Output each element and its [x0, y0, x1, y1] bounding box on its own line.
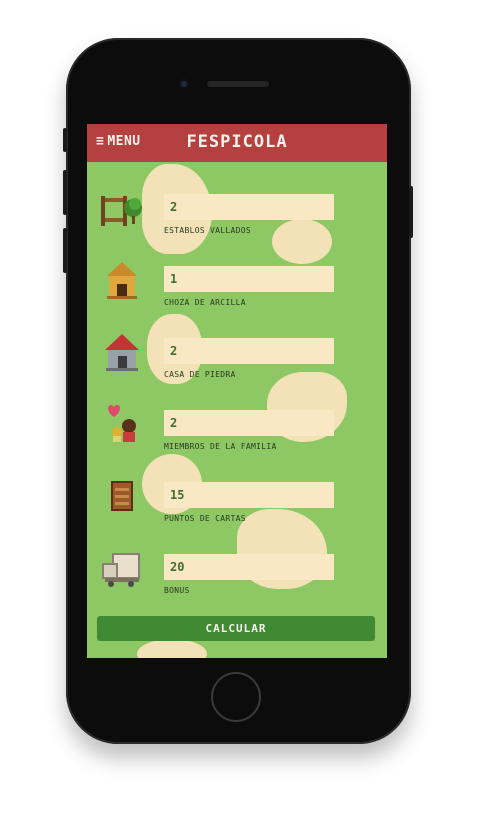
- mute-switch: [63, 128, 67, 152]
- establos-label: ESTABLOS VALLADOS: [164, 226, 251, 235]
- choza-label: CHOZA DE ARCILLA: [164, 298, 246, 307]
- field-row-casa: 2 CASA DE PIEDRA: [87, 332, 387, 400]
- field-row-establos: 2 ESTABLOS VALLADOS: [87, 188, 387, 256]
- calcular-button[interactable]: CALCULAR: [97, 616, 375, 641]
- app-screen: ≡ MENU FESPICOLA 2 ESTABLOS VALLADOS 1 C…: [87, 124, 387, 658]
- volume-down-button: [63, 228, 67, 273]
- field-row-bonus: 20 BONUS: [87, 548, 387, 616]
- bonus-input[interactable]: 20: [164, 554, 334, 580]
- bonus-icon: [99, 548, 145, 594]
- miembros-input[interactable]: 2: [164, 410, 334, 436]
- choza-input[interactable]: 1: [164, 266, 334, 292]
- establos-input[interactable]: 2: [164, 194, 334, 220]
- puntos-input[interactable]: 15: [164, 482, 334, 508]
- casa-input[interactable]: 2: [164, 338, 334, 364]
- power-button: [409, 186, 413, 238]
- front-camera: [179, 79, 189, 89]
- home-button[interactable]: [211, 672, 261, 722]
- family-members-icon: [99, 404, 145, 450]
- puntos-label: PUNTOS DE CARTAS: [164, 514, 246, 523]
- miembros-label: MIEMBROS DE LA FAMILIA: [164, 442, 277, 451]
- app-header: ≡ MENU FESPICOLA: [87, 124, 387, 162]
- field-row-choza: 1 CHOZA DE ARCILLA: [87, 260, 387, 328]
- field-row-puntos: 15 PUNTOS DE CARTAS: [87, 476, 387, 544]
- casa-label: CASA DE PIEDRA: [164, 370, 236, 379]
- stone-house-icon: [99, 332, 145, 378]
- speaker-grille: [207, 81, 269, 87]
- card-points-icon: [99, 476, 145, 522]
- bonus-label: BONUS: [164, 586, 190, 595]
- fenced-stable-icon: [99, 188, 145, 234]
- field-row-miembros: 2 MIEMBROS DE LA FAMILIA: [87, 404, 387, 472]
- volume-up-button: [63, 170, 67, 215]
- app-title: FESPICOLA: [186, 132, 288, 152]
- clay-hut-icon: [99, 260, 145, 306]
